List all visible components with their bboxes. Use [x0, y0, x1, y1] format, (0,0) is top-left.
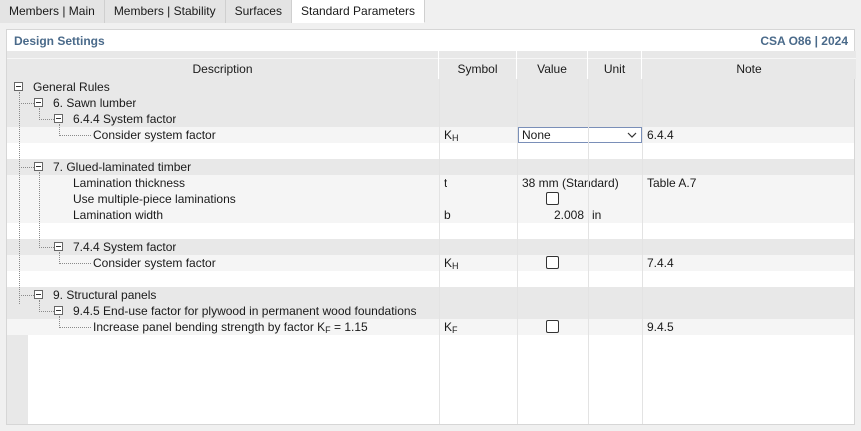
setting-row-lamination-thickness: Lamination thickness t 38 mm (Standard) … — [7, 175, 854, 191]
collapse-icon[interactable] — [54, 306, 63, 315]
column-header-label: Description — [192, 62, 253, 76]
tree-row-glulam[interactable]: 7. Glued-laminated timber — [7, 159, 854, 175]
setting-row-glulam-consider-system-factor: Consider system factor KH 7.4.4 — [7, 255, 854, 271]
column-header-label: Value — [537, 62, 567, 76]
column-divider — [642, 79, 643, 424]
setting-symbol: KH — [444, 256, 459, 271]
setting-row-increase-panel-bending: Increase panel bending strength by facto… — [7, 319, 854, 335]
tree-connector — [19, 167, 34, 168]
tree-connector — [39, 311, 54, 312]
design-standard-label: CSA O86 | 2024 — [760, 34, 848, 48]
panel-header: Design Settings CSA O86 | 2024 — [7, 30, 854, 51]
tree-connector — [39, 172, 40, 248]
tree-connector — [59, 263, 91, 264]
column-header-note[interactable]: Note — [642, 51, 856, 79]
setting-unit: in — [592, 208, 602, 222]
tree-connector — [39, 247, 54, 248]
column-header-label: Unit — [603, 62, 626, 76]
lamination-thickness-value[interactable]: 38 mm (Standard) — [522, 175, 619, 191]
spacer-row — [7, 143, 854, 159]
settings-grid: Description Symbol Value Unit Note Gener… — [7, 51, 856, 424]
collapse-icon[interactable] — [54, 114, 63, 123]
glulam-system-factor-checkbox[interactable] — [546, 256, 559, 269]
setting-note: Table A.7 — [647, 176, 697, 190]
design-settings-panel: Design Settings CSA O86 | 2024 Descripti… — [6, 29, 856, 425]
setting-label: Increase panel bending strength by facto… — [93, 320, 368, 335]
tree-row-end-use-factor[interactable]: 9.4.5 End-use factor for plywood in perm… — [7, 303, 854, 319]
setting-label: Use multiple-piece laminations — [73, 192, 236, 206]
tree-row-label: 9.4.5 End-use factor for plywood in perm… — [73, 304, 417, 318]
collapse-icon[interactable] — [14, 82, 23, 91]
column-divider — [517, 79, 518, 424]
increase-panel-checkbox[interactable] — [546, 320, 559, 333]
tab-bar: Members | Main Members | Stability Surfa… — [0, 0, 426, 23]
system-factor-dropdown[interactable]: None — [518, 127, 642, 143]
spacer-row — [7, 223, 854, 239]
tree-connector — [19, 92, 20, 304]
tab-members-main[interactable]: Members | Main — [0, 0, 105, 23]
tree-connector — [19, 103, 34, 104]
tab-standard-parameters[interactable]: Standard Parameters — [291, 0, 426, 23]
setting-symbol: t — [444, 176, 448, 190]
tree-row-sawn-lumber[interactable]: 6. Sawn lumber — [7, 95, 854, 111]
setting-symbol: KF — [444, 320, 458, 335]
panel-title: Design Settings — [14, 34, 105, 48]
collapse-icon[interactable] — [54, 242, 63, 251]
multiple-piece-checkbox[interactable] — [546, 192, 559, 205]
tree-row-label: 7. Glued-laminated timber — [53, 160, 192, 174]
setting-label: Lamination width — [73, 208, 164, 222]
column-header-symbol[interactable]: Symbol — [439, 51, 517, 79]
setting-label: Consider system factor — [93, 256, 216, 270]
tree-connector — [39, 119, 54, 120]
tree-connector — [59, 327, 91, 328]
setting-row-sawn-consider-system-factor: Consider system factor KH None 6.4.4 — [7, 127, 854, 143]
setting-symbol: KH — [444, 128, 459, 143]
collapse-icon[interactable] — [34, 162, 43, 171]
setting-label: Consider system factor — [93, 128, 216, 142]
setting-note: 9.4.5 — [647, 320, 674, 334]
column-header-description[interactable]: Description — [7, 51, 439, 79]
column-header-label: Symbol — [457, 62, 498, 76]
spacer-row — [7, 271, 854, 287]
tree-row-structural-panels[interactable]: 9. Structural panels — [7, 287, 854, 303]
chevron-down-icon — [627, 132, 637, 138]
column-divider — [439, 79, 440, 424]
tree-connector — [19, 295, 34, 296]
collapse-icon[interactable] — [34, 98, 43, 107]
tree-row-label: 9. Structural panels — [53, 288, 157, 302]
column-header-value[interactable]: Value — [517, 51, 588, 79]
tree-row-label: General Rules — [33, 80, 110, 94]
setting-label: Lamination thickness — [73, 176, 186, 190]
tree-row-label: 7.4.4 System factor — [73, 240, 177, 254]
column-header-label: Note — [736, 62, 762, 76]
setting-symbol: b — [444, 208, 451, 222]
tree-row-general-rules[interactable]: General Rules — [7, 79, 854, 95]
setting-row-multiple-piece: Use multiple-piece laminations — [7, 191, 854, 207]
lamination-width-value[interactable]: 2.008 — [517, 207, 584, 223]
dropdown-selected-value: None — [522, 128, 551, 142]
setting-note: 7.4.4 — [647, 256, 674, 270]
column-divider — [588, 79, 589, 424]
collapse-icon[interactable] — [34, 290, 43, 299]
setting-note: 6.4.4 — [647, 128, 674, 142]
tree-row-sawn-system-factor[interactable]: 6.4.4 System factor — [7, 111, 854, 127]
tab-members-stability[interactable]: Members | Stability — [104, 0, 226, 23]
column-header-unit[interactable]: Unit — [588, 51, 642, 79]
tree-row-label: 6.4.4 System factor — [73, 112, 177, 126]
setting-row-lamination-width: Lamination width b 2.008 in — [7, 207, 854, 223]
tab-surfaces[interactable]: Surfaces — [225, 0, 292, 23]
tree-row-glulam-system-factor[interactable]: 7.4.4 System factor — [7, 239, 854, 255]
tree-connector — [59, 135, 91, 136]
tree-row-label: 6. Sawn lumber — [53, 96, 137, 110]
